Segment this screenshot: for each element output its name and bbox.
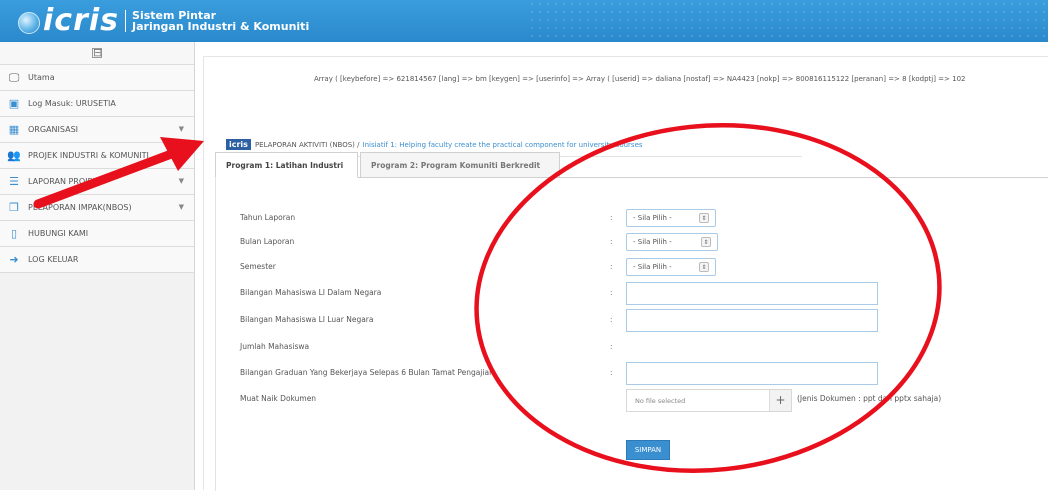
field-colon: : [610, 237, 613, 246]
field-label: Jumlah Mahasiswa [240, 342, 310, 351]
form-panel: Tahun Laporan : - Sila Pilih - ⇕ Bulan L… [215, 178, 1048, 491]
field-colon: : [610, 262, 613, 271]
logo-subtitle: Sistem Pintar Jaringan Industri & Komuni… [132, 10, 309, 32]
app-logo[interactable]: icris Sistem Pintar Jaringan Industri & … [18, 4, 309, 38]
field-label: Bilangan Mahasiswa LI Luar Negara [240, 315, 374, 324]
add-file-icon[interactable]: + [769, 390, 791, 411]
sidebar-item-hubungi[interactable]: ▯ HUBUNGI KAMI [0, 221, 194, 247]
semester-select[interactable]: - Sila Pilih - ⇕ [626, 258, 716, 276]
select-arrow-icon: ⇕ [701, 237, 711, 247]
top-header-bar: icris Sistem Pintar Jaringan Industri & … [0, 0, 1048, 42]
file-type-note: (Jenis Dokumen : ppt dan pptx sahaja) [797, 394, 942, 403]
sidebar-item-organisasi[interactable]: ▦ ORGANISASI ▼ [0, 117, 194, 143]
sidebar-item-login-info[interactable]: ▣ Log Masuk: URUSETIA [0, 91, 194, 117]
chevron-down-icon: ▼ [178, 203, 184, 211]
logo-divider [125, 10, 127, 32]
file-status: No file selected [635, 396, 686, 405]
tahun-laporan-select[interactable]: - Sila Pilih - ⇕ [626, 209, 716, 227]
sidebar-item-label: HUBUNGI KAMI [28, 229, 89, 238]
sidebar-item-label: Utama [28, 73, 55, 82]
breadcrumb: icris PELAPORAN AKTIVITI (NBOS) / Inisia… [226, 139, 643, 150]
field-colon: : [610, 368, 613, 377]
tab-program-2[interactable]: Program 2: Program Komuniti Berkredit [360, 152, 560, 178]
debug-output: Array ( [keybefore] => 621814567 [lang] … [314, 75, 966, 83]
chevron-down-icon: ▼ [178, 125, 184, 133]
simpan-button[interactable]: SIMPAN [626, 440, 670, 460]
field-colon: : [610, 213, 613, 222]
select-arrow-icon: ⇕ [699, 262, 709, 272]
sidebar-item-laporan-projek[interactable]: ☰ LAPORAN PROJEK ▼ [0, 169, 194, 195]
sidebar-item-pelaporan-impak[interactable]: ❐ PELAPORAN IMPAK(NBOS) ▼ [0, 195, 194, 221]
sidebar-item-label: LAPORAN PROJEK [28, 177, 98, 186]
sidebar-item-label: PELAPORAN IMPAK(NBOS) [28, 203, 132, 212]
collapse-icon: ⊟ [92, 46, 103, 59]
id-card-icon: ▣ [8, 97, 20, 110]
graduan-bekerjaya-input[interactable] [626, 362, 878, 385]
field-label: Bulan Laporan [240, 237, 295, 246]
field-colon: : [610, 315, 613, 324]
field-label: Muat Naik Dokumen [240, 394, 317, 403]
sidebar-item-label: LOG KELUAR [28, 255, 79, 264]
select-arrow-icon: ⇕ [699, 213, 709, 223]
field-label: Semester [240, 262, 276, 271]
building-icon: ▦ [8, 123, 20, 136]
bulan-laporan-select[interactable]: - Sila Pilih - ⇕ [626, 233, 718, 251]
field-colon: : [610, 342, 613, 351]
sidebar: ⊟ 🖵 Utama ▣ Log Masuk: URUSETIA ▦ ORGANI… [0, 42, 195, 490]
tab-program-1[interactable]: Program 1: Latihan Industri [215, 152, 358, 178]
logo-text: icris [43, 3, 120, 38]
select-value: - Sila Pilih - [633, 214, 672, 222]
chevron-down-icon: ▼ [178, 177, 184, 185]
breadcrumb-section: PELAPORAN AKTIVITI (NBOS) / [254, 140, 360, 149]
header-pattern [528, 0, 1048, 42]
sidebar-item-label: PROJEK INDUSTRI & KOMUNITI [28, 151, 149, 160]
logout-icon: ➜ [9, 253, 19, 266]
mahasiswa-dalam-negara-input[interactable] [626, 282, 878, 305]
tab-bar: Program 1: Latihan Industri Program 2: P… [215, 152, 1048, 178]
sidebar-item-projek[interactable]: 👥 PROJEK INDUSTRI & KOMUNITI [0, 143, 194, 169]
select-value: - Sila Pilih - [633, 238, 672, 246]
monitor-icon: 🖵 [8, 70, 20, 84]
mahasiswa-luar-negara-input[interactable] [626, 309, 878, 332]
field-label: Bilangan Graduan Yang Bekerjaya Selepas … [240, 368, 494, 377]
sidebar-item-label: Log Masuk: URUSETIA [28, 99, 116, 108]
copy-icon: ❐ [9, 201, 19, 214]
field-colon: : [610, 288, 613, 297]
sidebar-item-logout[interactable]: ➜ LOG KELUAR [0, 247, 194, 273]
breadcrumb-link[interactable]: Inisiatif 1: Helping faculty create the … [363, 141, 643, 149]
document-upload-field[interactable]: No file selected + [626, 389, 792, 412]
sidebar-item-utama[interactable]: 🖵 Utama [0, 65, 194, 91]
field-label: Bilangan Mahasiswa LI Dalam Negara [240, 288, 382, 297]
list-icon: ☰ [9, 175, 19, 188]
logo-subtitle-line2: Jaringan Industri & Komuniti [132, 20, 310, 33]
phone-icon: ▯ [10, 227, 18, 240]
icris-badge: icris [226, 139, 251, 150]
users-icon: 👥 [7, 149, 21, 162]
select-value: - Sila Pilih - [633, 263, 672, 271]
main-content: Array ( [keybefore] => 621814567 [lang] … [203, 56, 1048, 491]
sidebar-collapse-button[interactable]: ⊟ [0, 42, 194, 65]
sidebar-item-label: ORGANISASI [28, 125, 79, 134]
globe-icon [18, 12, 40, 34]
field-label: Tahun Laporan [240, 213, 296, 222]
